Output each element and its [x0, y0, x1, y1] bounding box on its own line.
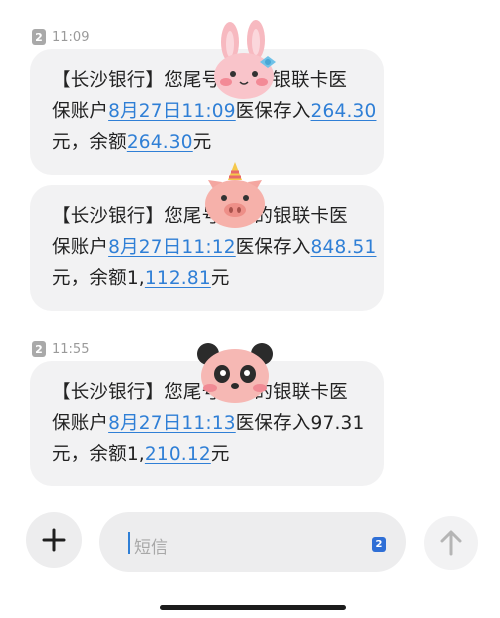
message-text: 元	[192, 132, 212, 153]
timestamp-row: 2 11:09	[32, 28, 89, 46]
balance-link[interactable]: 112.81	[145, 268, 211, 289]
message-input-placeholder: 短信	[134, 538, 168, 558]
message-text: 保账户	[52, 413, 109, 434]
bank-name: 【长沙银行】	[52, 206, 165, 227]
message-time: 11:09	[52, 29, 90, 45]
message-line: 保账户8月27日11:09医保存入264.30	[52, 96, 376, 127]
sim-select-icon[interactable]: 2	[372, 537, 386, 552]
message-text: 元，余额	[52, 268, 127, 289]
add-attachment-button[interactable]	[26, 512, 82, 568]
balance-link[interactable]: 210.12	[145, 444, 211, 465]
panda-sticker	[197, 343, 273, 403]
bank-name: 【长沙银行】	[52, 70, 165, 91]
sim-card-icon: 2	[32, 29, 46, 45]
bunny-sticker	[214, 20, 276, 99]
message-line: 保账户8月27日11:12医保存入848.51	[52, 232, 376, 263]
datetime-link[interactable]: 8月27日11:12	[108, 237, 236, 258]
home-indicator[interactable]	[160, 605, 346, 610]
message-line: 保账户8月27日11:13医保存入97.31	[52, 408, 364, 439]
bank-name: 【长沙银行】	[52, 382, 165, 403]
arrow-up-icon	[440, 530, 462, 556]
message-text: 保账户	[52, 101, 109, 122]
message-text: 元	[210, 268, 230, 289]
message-time: 11:55	[52, 341, 90, 357]
balance-link[interactable]: 264.30	[127, 132, 193, 153]
message-text: 1,	[126, 444, 145, 465]
text-caret	[128, 532, 130, 554]
amount-link[interactable]: 264.30	[311, 101, 377, 122]
message-text: 1,	[126, 268, 145, 289]
message-text: 医保存入97.31	[235, 413, 365, 434]
sim-card-icon: 2	[32, 341, 46, 357]
plus-icon	[42, 528, 66, 552]
amount-link[interactable]: 848.51	[311, 237, 377, 258]
datetime-link[interactable]: 8月27日11:13	[108, 413, 236, 434]
message-text: 银联卡医	[272, 70, 348, 91]
datetime-link[interactable]: 8月27日11:09	[108, 101, 236, 122]
message-text: 元	[210, 444, 230, 465]
message-text: 医保存入	[235, 101, 311, 122]
message-text: 保账户	[52, 237, 109, 258]
pig-sticker	[205, 162, 265, 228]
message-line: 元，余额1,112.81元	[52, 263, 364, 294]
message-line: 元，余额264.30元	[52, 127, 364, 158]
message-text: 元，余额	[52, 132, 127, 153]
message-text: 元，余额	[52, 444, 127, 465]
send-button[interactable]	[424, 516, 478, 570]
message-text: 医保存入	[235, 237, 311, 258]
message-line: 元，余额1,210.12元	[52, 439, 364, 470]
timestamp-row: 2 11:55	[32, 340, 89, 358]
